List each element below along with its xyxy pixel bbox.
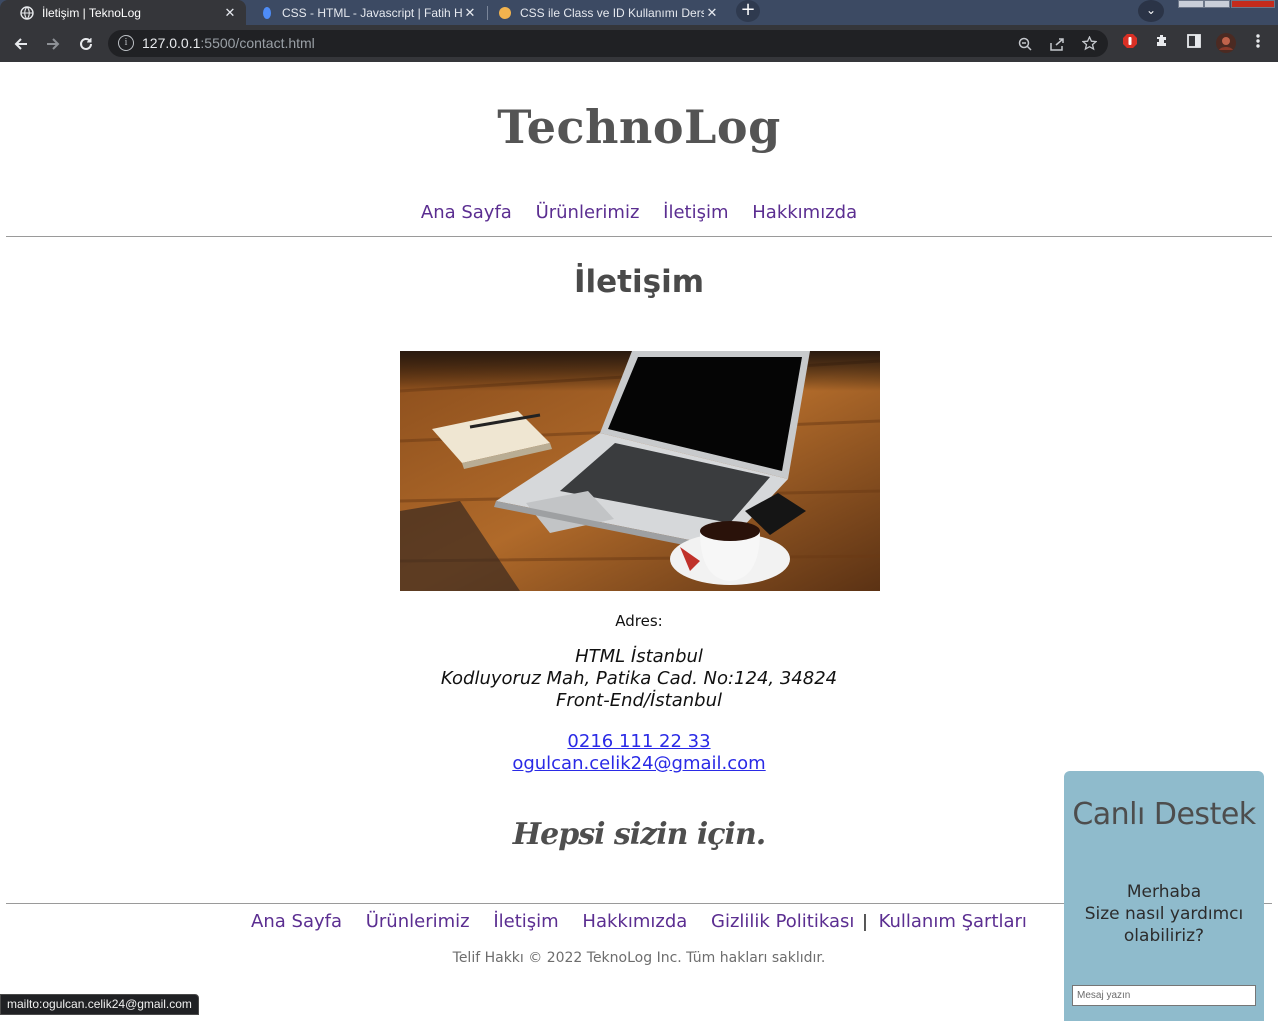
extensions-icon[interactable] <box>1152 33 1172 53</box>
header-divider <box>6 236 1272 237</box>
footer-link-privacy[interactable]: Gizlilik Politikası <box>711 911 854 932</box>
nav-link-products[interactable]: Ürünlerimiz <box>536 202 640 223</box>
tab-contact[interactable]: İletişim | TeknoLog ✕ <box>0 0 246 25</box>
site-brand[interactable]: TechnoLog <box>0 100 1278 154</box>
menu-icon[interactable] <box>1248 33 1268 53</box>
laptop-on-wooden-desk-photo <box>400 351 880 591</box>
tab-title: CSS ile Class ve ID Kullanımı Ders <box>520 5 704 20</box>
address-line-1: HTML İstanbul <box>575 646 703 667</box>
live-support-widget: Canlı Destek Merhaba Size nasıl yardımcı… <box>1064 771 1264 1021</box>
tab-title: CSS - HTML - Javascript | Fatih Ha <box>282 5 462 20</box>
footer-separator: | <box>862 912 868 932</box>
maximize-button[interactable] <box>1204 0 1230 8</box>
chat-message: Merhaba Size nasıl yardımcı olabiliriz? <box>1064 881 1264 947</box>
footer-link-about[interactable]: Hakkımızda <box>582 911 687 932</box>
chat-message-line: olabiliriz? <box>1123 926 1205 946</box>
adblock-icon[interactable] <box>1120 33 1140 53</box>
minimize-button[interactable] <box>1178 0 1204 8</box>
footer-link-products[interactable]: Ürünlerimiz <box>366 911 470 932</box>
footer-link-contact[interactable]: İletişim <box>493 911 558 932</box>
nav-link-home[interactable]: Ana Sayfa <box>421 202 512 223</box>
close-icon[interactable]: ✕ <box>704 5 720 21</box>
footer-link-terms[interactable]: Kullanım Şartları <box>879 911 1027 932</box>
close-icon[interactable]: ✕ <box>462 5 478 21</box>
profile-avatar[interactable] <box>1216 33 1236 53</box>
orange-circle-favicon-icon <box>498 6 512 20</box>
bootstrap-favicon-icon <box>260 6 274 20</box>
new-tab-button[interactable]: + <box>736 0 760 22</box>
nav-link-about[interactable]: Hakkımızda <box>752 202 857 223</box>
back-icon[interactable] <box>8 31 34 57</box>
tab-strip: İletişim | TeknoLog ✕ CSS - HTML - Javas… <box>0 0 1278 25</box>
tab-css-class[interactable]: CSS ile Class ve ID Kullanımı Ders ✕ <box>488 0 728 25</box>
url-text: 127.0.0.1:5500/contact.html <box>142 35 315 51</box>
address-bar[interactable]: i 127.0.0.1:5500/contact.html <box>108 30 1108 57</box>
address-label: Adres: <box>615 612 663 630</box>
globe-icon <box>20 5 34 20</box>
page-content: TechnoLog Ana Sayfa Ürünlerimiz İletişim… <box>0 62 1278 1021</box>
top-nav: Ana Sayfa Ürünlerimiz İletişim Hakkımızd… <box>0 202 1278 223</box>
window-close-button[interactable] <box>1231 0 1275 8</box>
chat-message-line: Size nasıl yardımcı <box>1084 904 1244 924</box>
browser-toolbar: i 127.0.0.1:5500/contact.html <box>0 25 1278 62</box>
star-icon[interactable] <box>1080 35 1098 53</box>
chat-input[interactable] <box>1072 985 1256 1006</box>
chat-message-line: Merhaba <box>1126 882 1202 902</box>
address-line-3: Front-End/İstanbul <box>555 690 723 711</box>
info-icon[interactable]: i <box>118 35 134 51</box>
nav-link-contact[interactable]: İletişim <box>663 202 728 223</box>
close-icon[interactable]: ✕ <box>222 5 238 21</box>
chat-title: Canlı Destek <box>1072 797 1256 832</box>
tab-title: İletişim | TeknoLog <box>42 5 141 20</box>
share-icon[interactable] <box>1048 35 1066 53</box>
footer-link-home[interactable]: Ana Sayfa <box>251 911 342 932</box>
reload-icon[interactable] <box>73 31 99 57</box>
status-bar-url: mailto:ogulcan.celik24@gmail.com <box>0 994 199 1015</box>
zoom-icon[interactable] <box>1016 35 1034 53</box>
sidepanel-icon[interactable] <box>1184 33 1204 53</box>
address-line-2: Kodluyoruz Mah, Patika Cad. No:124, 3482… <box>440 668 838 689</box>
forward-icon[interactable] <box>40 31 66 57</box>
page-title: İletişim <box>573 264 704 300</box>
tab-fatih[interactable]: CSS - HTML - Javascript | Fatih Ha ✕ <box>248 0 486 25</box>
phone-link[interactable]: 0216 111 22 33 <box>0 731 1278 752</box>
tab-search-button[interactable]: ⌄ <box>1138 0 1164 22</box>
